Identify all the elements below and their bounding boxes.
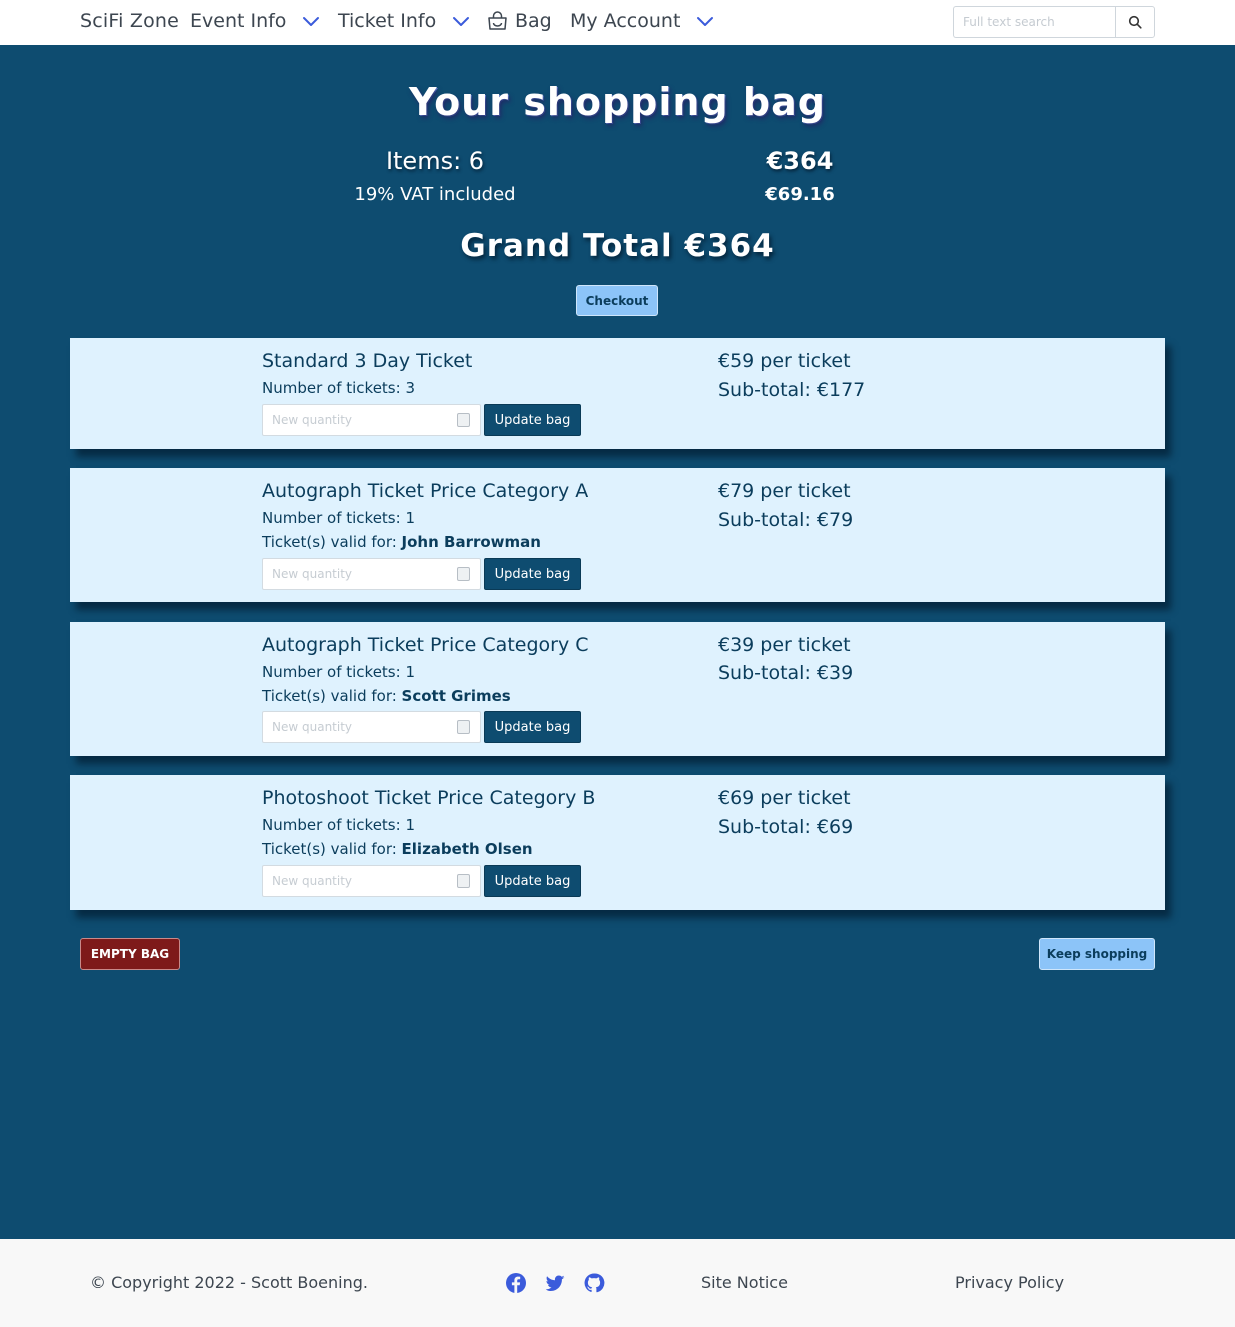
update-bag-button[interactable]: Update bag xyxy=(484,404,581,436)
nav-ticket-info-label: Ticket Info xyxy=(338,10,437,32)
empty-bag-button[interactable]: EMPTY BAG xyxy=(80,938,180,970)
ticket-count: Number of tickets: 1 xyxy=(262,663,415,681)
chevron-down-icon xyxy=(697,17,714,26)
nav-bag[interactable]: Bag xyxy=(486,10,552,32)
nav-my-account[interactable]: My Account xyxy=(570,10,716,32)
quantity-spinner[interactable] xyxy=(457,720,470,734)
unit-price: €79 per ticket xyxy=(718,480,851,502)
github-icon[interactable] xyxy=(583,1272,605,1294)
valid-for-prefix: Ticket(s) valid for: xyxy=(262,687,402,705)
valid-for-prefix: Ticket(s) valid for: xyxy=(262,533,402,551)
page-title: Your shopping bag xyxy=(409,80,826,124)
navbar: SciFi Zone Event Info Ticket Info Bag My… xyxy=(0,0,1235,45)
ticket-count: Number of tickets: 1 xyxy=(262,816,415,834)
quantity-spinner[interactable] xyxy=(457,874,470,888)
update-bag-button[interactable]: Update bag xyxy=(484,865,581,897)
privacy-policy-link[interactable]: Privacy Policy xyxy=(955,1273,1064,1292)
footer: © Copyright 2022 - Scott Boening. Site N… xyxy=(0,1239,1235,1327)
search-form xyxy=(953,6,1155,38)
valid-for-name: Elizabeth Olsen xyxy=(401,840,533,858)
search-button[interactable] xyxy=(1115,6,1155,38)
ticket-count: Number of tickets: 1 xyxy=(262,509,415,527)
chevron-down-icon xyxy=(303,17,320,26)
copyright-text: © Copyright 2022 - Scott Boening. xyxy=(90,1273,368,1292)
subtotal: Sub-total: €79 xyxy=(718,509,854,531)
valid-for-prefix: Ticket(s) valid for: xyxy=(262,840,402,858)
unit-price: €39 per ticket xyxy=(718,634,851,656)
unit-price: €59 per ticket xyxy=(718,350,851,372)
site-notice-link[interactable]: Site Notice xyxy=(701,1273,788,1292)
nav-event-info-label: Event Info xyxy=(190,10,287,32)
bag-item-card: Standard 3 Day Ticket Number of tickets:… xyxy=(70,338,1165,449)
twitter-icon[interactable] xyxy=(544,1272,566,1294)
ticket-count: Number of tickets: 3 xyxy=(262,379,415,397)
vat-total: €69.16 xyxy=(765,184,835,205)
valid-for-name: John Barrowman xyxy=(401,533,541,551)
valid-for-line: Ticket(s) valid for: John Barrowman xyxy=(262,533,541,551)
search-input[interactable] xyxy=(953,6,1115,38)
vat-label: 19% VAT included xyxy=(354,184,516,205)
nav-bag-label: Bag xyxy=(515,10,552,32)
nav-ticket-info[interactable]: Ticket Info xyxy=(338,10,472,32)
chevron-down-icon xyxy=(453,17,470,26)
items-count: Items: 6 xyxy=(385,147,485,175)
unit-price: €69 per ticket xyxy=(718,787,851,809)
ticket-name: Autograph Ticket Price Category A xyxy=(262,480,589,502)
shopping-bag-icon xyxy=(488,11,507,30)
valid-for-line: Ticket(s) valid for: Elizabeth Olsen xyxy=(262,840,533,858)
quantity-spinner[interactable] xyxy=(457,567,470,581)
quantity-input[interactable] xyxy=(262,404,481,436)
items-total: €364 xyxy=(766,147,834,175)
quantity-input[interactable] xyxy=(262,558,481,590)
keep-shopping-button[interactable]: Keep shopping xyxy=(1039,938,1155,970)
search-icon xyxy=(1128,15,1142,29)
quantity-input[interactable] xyxy=(262,711,481,743)
quantity-input[interactable] xyxy=(262,865,481,897)
quantity-spinner[interactable] xyxy=(457,413,470,427)
ticket-name: Photoshoot Ticket Price Category B xyxy=(262,787,596,809)
bag-item-card: Autograph Ticket Price Category C Number… xyxy=(70,622,1165,756)
ticket-name: Autograph Ticket Price Category C xyxy=(262,634,589,656)
grand-total: Grand Total €364 xyxy=(460,228,775,264)
update-bag-button[interactable]: Update bag xyxy=(484,558,581,590)
valid-for-line: Ticket(s) valid for: Scott Grimes xyxy=(262,687,511,705)
checkout-button[interactable]: Checkout xyxy=(576,285,658,316)
valid-for-name: Scott Grimes xyxy=(401,687,511,705)
bag-item-card: Photoshoot Ticket Price Category B Numbe… xyxy=(70,775,1165,910)
bag-item-card: Autograph Ticket Price Category A Number… xyxy=(70,468,1165,602)
subtotal: Sub-total: €39 xyxy=(718,662,854,684)
subtotal: Sub-total: €69 xyxy=(718,816,854,838)
brand-link[interactable]: SciFi Zone xyxy=(80,10,179,32)
facebook-icon[interactable] xyxy=(505,1272,527,1294)
nav-event-info[interactable]: Event Info xyxy=(190,10,322,32)
nav-my-account-label: My Account xyxy=(570,10,681,32)
update-bag-button[interactable]: Update bag xyxy=(484,711,581,743)
ticket-name: Standard 3 Day Ticket xyxy=(262,350,473,372)
subtotal: Sub-total: €177 xyxy=(718,379,866,401)
